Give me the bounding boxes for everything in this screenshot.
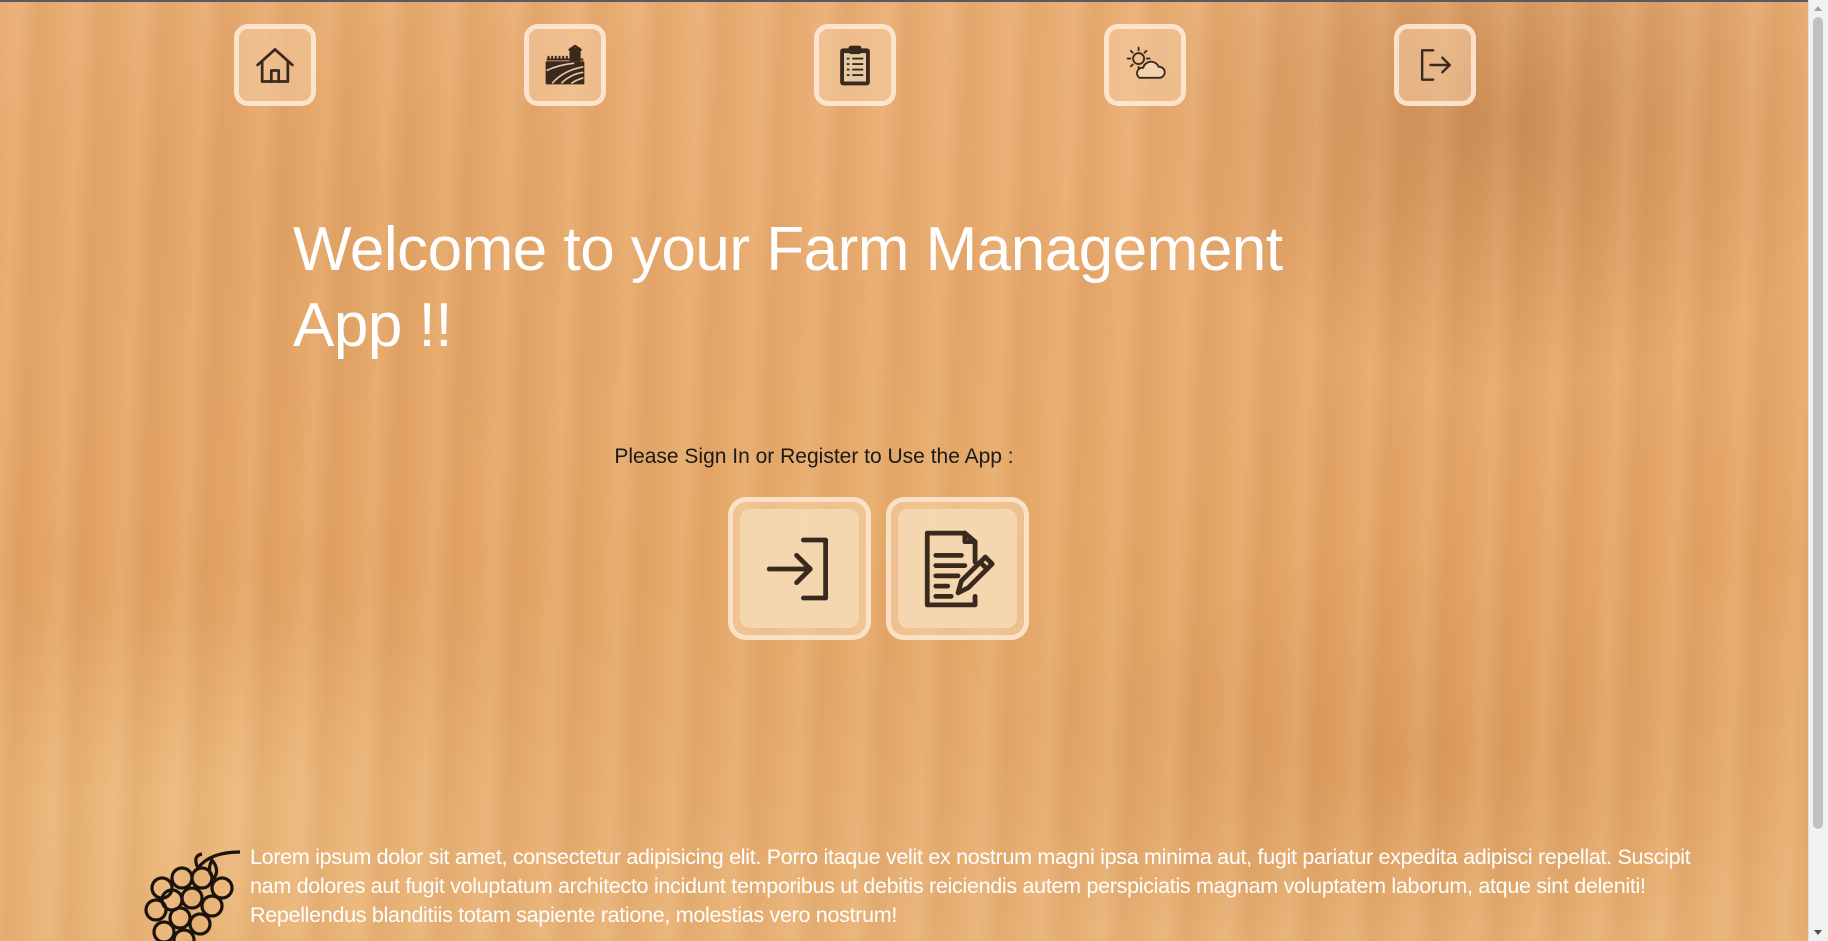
sign-in-button-inner <box>740 509 859 628</box>
clipboard-list-icon <box>840 45 870 86</box>
app-viewport: Welcome to your Farm Management App !! P… <box>0 0 1828 941</box>
vertical-scrollbar[interactable] <box>1808 0 1828 941</box>
scroll-up-arrow-icon[interactable] <box>1814 6 1822 11</box>
logout-icon <box>1420 49 1451 81</box>
page-title: Welcome to your Farm Management App !! <box>293 215 1283 360</box>
register-button[interactable] <box>886 497 1029 640</box>
nav-tasks-button[interactable] <box>814 24 896 106</box>
nav-farm-button[interactable] <box>524 24 606 106</box>
sun-cloud-icon <box>1126 46 1166 79</box>
sign-in-prompt: Please Sign In or Register to Use the Ap… <box>614 445 1014 468</box>
register-document-icon <box>924 530 995 607</box>
sign-in-button[interactable] <box>728 497 871 640</box>
nav-logout-button[interactable] <box>1394 24 1476 106</box>
home-icon <box>256 48 294 83</box>
sign-in-icon <box>766 537 828 600</box>
footer-description: Lorem ipsum dolor sit amet, consectetur … <box>250 845 1691 927</box>
scroll-down-arrow-icon[interactable] <box>1814 930 1822 935</box>
window-top-border <box>0 0 1828 2</box>
wheat-background <box>0 0 1828 941</box>
grapes-icon <box>144 850 241 941</box>
farm-field-icon <box>545 44 585 85</box>
nav-home-button[interactable] <box>234 24 316 106</box>
scrollbar-thumb[interactable] <box>1813 17 1823 829</box>
register-button-inner <box>898 509 1017 628</box>
nav-weather-button[interactable] <box>1104 24 1186 106</box>
